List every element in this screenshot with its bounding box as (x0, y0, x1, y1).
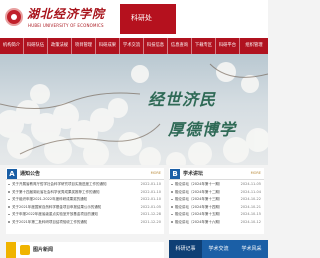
lecture-date: 2024-11-05 (240, 182, 261, 186)
nav-item-projects[interactable]: 项目管理 (72, 38, 96, 54)
main-nav: 机构简介 科研队伍 政策法规 项目管理 科研成果 学术交流 科技信息 信息查询 … (0, 38, 268, 54)
nav-item-downloads[interactable]: 下载专区 (192, 38, 216, 54)
notice-title[interactable]: 关于2021年第二批科研项目结项验收工作的通知 (12, 220, 87, 225)
notice-date: 2022-01-05 (140, 204, 161, 209)
lectures-more-link[interactable]: MORE (251, 171, 261, 175)
notice-title[interactable]: 关于申报2022年度省级重点实验室开放基金项目的通知 (12, 212, 98, 217)
notices-more-link[interactable]: MORE (151, 171, 161, 175)
photo-news-icon (20, 245, 30, 255)
nav-item-platform[interactable]: 科研平台 (216, 38, 240, 54)
lecture-title[interactable]: 融论讲坛（2024年第十二期） (175, 190, 222, 195)
notices-title[interactable]: 通知公告 (20, 170, 40, 177)
list-item[interactable]: 融论讲坛（2024年第十六期） 2024-10-12 (171, 220, 262, 228)
nav-item-team[interactable]: 科研队伍 (24, 38, 48, 54)
lecture-date: 2024-10-22 (240, 197, 261, 202)
lectures-panel: B 学术讲坛 MORE 融论讲坛（2024年第十一期） 2024-11-05 融论… (169, 168, 264, 234)
notice-date: 2021-12-20 (140, 219, 161, 224)
lecture-date: 2024-10-21 (240, 204, 261, 209)
site-name-tab[interactable]: 科研处 (120, 4, 176, 34)
photo-news-header: 图片新闻 (6, 242, 164, 258)
list-item[interactable]: 关于第十四届湖北省社会科学优秀成果奖推荐工作的通知 2022-01-10 (8, 190, 162, 198)
university-emblem-icon[interactable] (5, 8, 23, 26)
lecture-title[interactable]: 融论讲坛（2024年第十一期） (175, 182, 222, 187)
lecture-date: 2024-11-04 (240, 189, 261, 194)
list-item[interactable]: 融论讲坛（2024年第十一期） 2024-11-05 (171, 182, 262, 190)
tab-academic-exchange[interactable]: 学术交流 (202, 240, 235, 258)
lecture-title[interactable]: 融论讲坛（2024年第十四期） (175, 205, 222, 210)
lecture-date: 2024-10-12 (240, 219, 261, 224)
list-item[interactable]: 关于2021年度国家自然科学基金项目申报结果公示的通知 2022-01-05 (8, 205, 162, 213)
nav-item-policy[interactable]: 政策法规 (48, 38, 72, 54)
lectures-badge: B (170, 169, 180, 179)
notices-list: 关于开展省教育厅哲学社会科学研究项目实施进度工作的通知 2022-01-10 关于… (8, 182, 162, 228)
research-tabs: 科研记事 学术交流 学术风采 (169, 240, 268, 258)
university-name-en: HUBEI UNIVERSITY OF ECONOMICS (28, 23, 104, 28)
list-item[interactable]: 关于开展省教育厅哲学社会科学研究项目实施进度工作的通知 2022-01-10 (8, 182, 162, 190)
hero-banner[interactable]: 经世济民 厚德博学 (0, 54, 268, 165)
slogan-line-2: 厚德博学 (168, 120, 237, 139)
lecture-title[interactable]: 融论讲坛（2024年第十六期） (175, 220, 222, 225)
university-name[interactable]: 湖北经济学院 (27, 5, 105, 22)
notices-header: A 通知公告 MORE (6, 168, 164, 180)
notice-date: 2022-01-10 (140, 182, 161, 186)
nav-item-info[interactable]: 科技信息 (144, 38, 168, 54)
lectures-title[interactable]: 学术讲坛 (183, 170, 203, 177)
lecture-title[interactable]: 融论讲坛（2024年第十五期） (175, 212, 222, 217)
blossom-background (0, 62, 268, 165)
notice-date: 2021-12-28 (140, 212, 161, 217)
notice-date: 2022-01-10 (140, 197, 161, 202)
notice-title[interactable]: 关于2021年度国家自然科学基金项目申报结果公示的通知 (12, 205, 101, 210)
tab-academic-style[interactable]: 学术风采 (235, 240, 268, 258)
slogan-line-1: 经世济民 (148, 90, 217, 109)
list-item[interactable]: 关于2021年第二批科研项目结项验收工作的通知 2021-12-20 (8, 220, 162, 228)
list-item[interactable]: 融论讲坛（2024年第十五期） 2024-10-15 (171, 212, 262, 220)
nav-item-organization[interactable]: 组织管理 (240, 38, 268, 54)
lectures-list: 融论讲坛（2024年第十一期） 2024-11-05 融论讲坛（2024年第十二期… (171, 182, 262, 228)
nav-item-exchange[interactable]: 学术交流 (120, 38, 144, 54)
notices-badge: A (7, 169, 17, 179)
nav-item-query[interactable]: 信息查询 (168, 38, 192, 54)
list-item[interactable]: 融论讲坛（2024年第十四期） 2024-10-21 (171, 205, 262, 213)
notices-panel: A 通知公告 MORE 关于开展省教育厅哲学社会科学研究项目实施进度工作的通知 2… (6, 168, 164, 234)
site-name-label: 科研处 (131, 14, 152, 22)
list-item[interactable]: 关于申报2022年度省级重点实验室开放基金项目的通知 2021-12-28 (8, 212, 162, 220)
nav-item-results[interactable]: 科研成果 (96, 38, 120, 54)
list-item[interactable]: 关于组织申报2021-2022年度科研成果奖的通知 2022-01-10 (8, 197, 162, 205)
notice-title[interactable]: 关于组织申报2021-2022年度科研成果奖的通知 (12, 197, 87, 202)
list-item[interactable]: 融论讲坛（2024年第十二期） 2024-11-04 (171, 190, 262, 198)
notice-title[interactable]: 关于开展省教育厅哲学社会科学研究项目实施进度工作的通知 (12, 182, 107, 187)
site-header: 湖北经济学院 HUBEI UNIVERSITY OF ECONOMICS 科研处 (0, 0, 268, 38)
photo-news-accent-bar (6, 242, 16, 258)
lecture-date: 2024-10-15 (240, 212, 261, 217)
nav-item-intro[interactable]: 机构简介 (0, 38, 24, 54)
photo-news-label[interactable]: 图片新闻 (33, 246, 53, 253)
list-item[interactable]: 融论讲坛（2024年第十三期） 2024-10-22 (171, 197, 262, 205)
notice-date: 2022-01-10 (140, 189, 161, 194)
tab-research-notes[interactable]: 科研记事 (169, 240, 202, 258)
lectures-header: B 学术讲坛 MORE (169, 168, 264, 180)
lecture-title[interactable]: 融论讲坛（2024年第十三期） (175, 197, 222, 202)
notice-title[interactable]: 关于第十四届湖北省社会科学优秀成果奖推荐工作的通知 (12, 190, 100, 195)
